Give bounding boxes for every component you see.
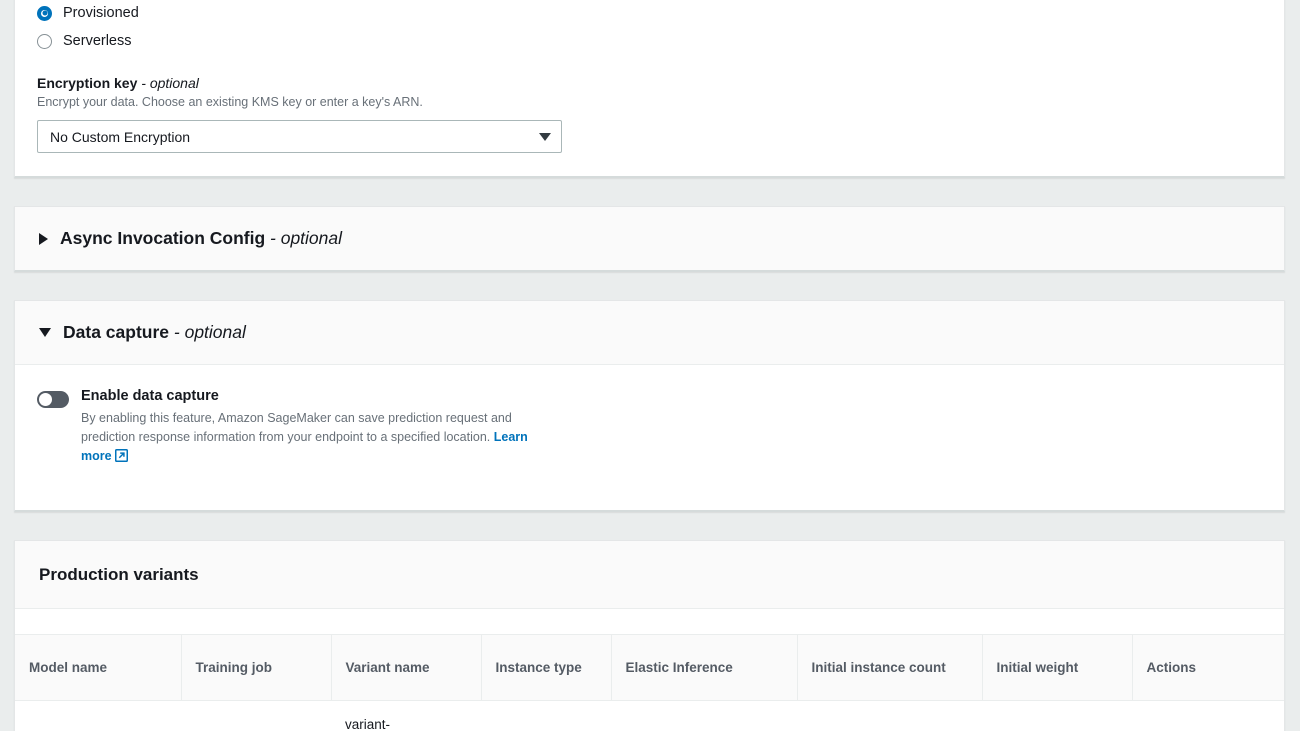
async-invocation-config-header[interactable]: Async Invocation Config - optional (15, 207, 1284, 270)
table-header-row: Model name Training job Variant name Ins… (15, 634, 1284, 701)
endpoint-configuration-body: Provisioned Serverless Encryption key - … (15, 0, 1284, 153)
enable-data-capture-text-group: Enable data capture By enabling this fea… (81, 387, 551, 468)
radio-provisioned-indicator[interactable] (37, 5, 52, 21)
cell-training-job (181, 700, 331, 731)
async-invocation-config-optional-text: - optional (270, 228, 343, 248)
data-capture-title: Data capture - optional (63, 322, 246, 343)
column-header-instance-type[interactable]: Instance type (481, 634, 612, 701)
cell-initial-instance-count (797, 700, 982, 731)
async-invocation-config-card[interactable]: Async Invocation Config - optional (14, 206, 1285, 272)
production-variants-table: Model name Training job Variant name Ins… (15, 634, 1284, 731)
cell-initial-weight (982, 700, 1132, 731)
chevron-right-icon[interactable] (39, 232, 48, 245)
radio-option-serverless[interactable]: Serverless (37, 27, 1262, 55)
production-variants-header: Production variants (15, 541, 1284, 609)
column-header-actions: Actions (1132, 634, 1284, 701)
data-capture-card: Data capture - optional Enable data capt… (14, 300, 1285, 512)
enable-data-capture-label: Enable data capture (81, 388, 219, 404)
column-header-elastic-inference[interactable]: Elastic Inference (611, 634, 798, 701)
enable-data-capture-description: By enabling this feature, Amazon SageMak… (81, 409, 551, 468)
column-header-initial-instance-count[interactable]: Initial instance count (797, 634, 983, 701)
column-header-training-job[interactable]: Training job (181, 634, 332, 701)
enable-data-capture-toggle[interactable] (37, 391, 69, 408)
encryption-key-label-text: Encryption key (37, 75, 138, 91)
radio-serverless-indicator[interactable] (37, 33, 52, 49)
external-link-icon (114, 449, 128, 468)
async-invocation-config-title: Async Invocation Config - optional (60, 228, 342, 249)
endpoint-configuration-card: Provisioned Serverless Encryption key - … (14, 0, 1285, 178)
data-capture-optional-text: - optional (173, 322, 246, 342)
data-capture-title-text: Data capture (63, 322, 170, 342)
column-header-model-name[interactable]: Model name (15, 634, 182, 701)
column-header-variant-name[interactable]: Variant name (331, 634, 482, 701)
data-capture-header[interactable]: Data capture - optional (15, 301, 1284, 365)
toggle-knob (39, 393, 52, 406)
encryption-key-description: Encrypt your data. Choose an existing KM… (37, 95, 423, 109)
cell-variant-name: variant- (331, 700, 481, 731)
data-capture-body: Enable data capture By enabling this fea… (15, 365, 1284, 468)
production-variants-card: Production variants Model name Training … (14, 540, 1285, 731)
cell-elastic-inference (611, 700, 797, 731)
table-row: variant- (15, 700, 1284, 731)
radio-provisioned-label: Provisioned (63, 5, 139, 21)
production-variants-title: Production variants (39, 564, 199, 584)
encryption-key-select-value: No Custom Encryption (50, 128, 191, 145)
column-header-initial-weight[interactable]: Initial weight (982, 634, 1133, 701)
async-invocation-config-title-text: Async Invocation Config (60, 228, 266, 248)
radio-option-provisioned[interactable]: Provisioned (37, 0, 1262, 27)
encryption-key-label: Encryption key - optional (37, 75, 1262, 91)
cell-model-name (15, 700, 181, 731)
chevron-down-icon (539, 132, 551, 141)
encryption-key-optional-text: - optional (141, 75, 199, 91)
cell-instance-type (481, 700, 611, 731)
production-variants-table-body: variant- (15, 700, 1284, 731)
chevron-down-icon[interactable] (39, 328, 51, 337)
cell-actions[interactable] (1132, 700, 1284, 731)
enable-data-capture-description-text: By enabling this feature, Amazon SageMak… (81, 411, 512, 444)
production-variants-table-head: Model name Training job Variant name Ins… (15, 634, 1284, 701)
radio-serverless-label: Serverless (63, 33, 132, 49)
page-root: Provisioned Serverless Encryption key - … (0, 0, 1300, 731)
encryption-key-select[interactable]: No Custom Encryption (37, 120, 562, 153)
production-variants-toolbar-spacer (15, 609, 1284, 634)
